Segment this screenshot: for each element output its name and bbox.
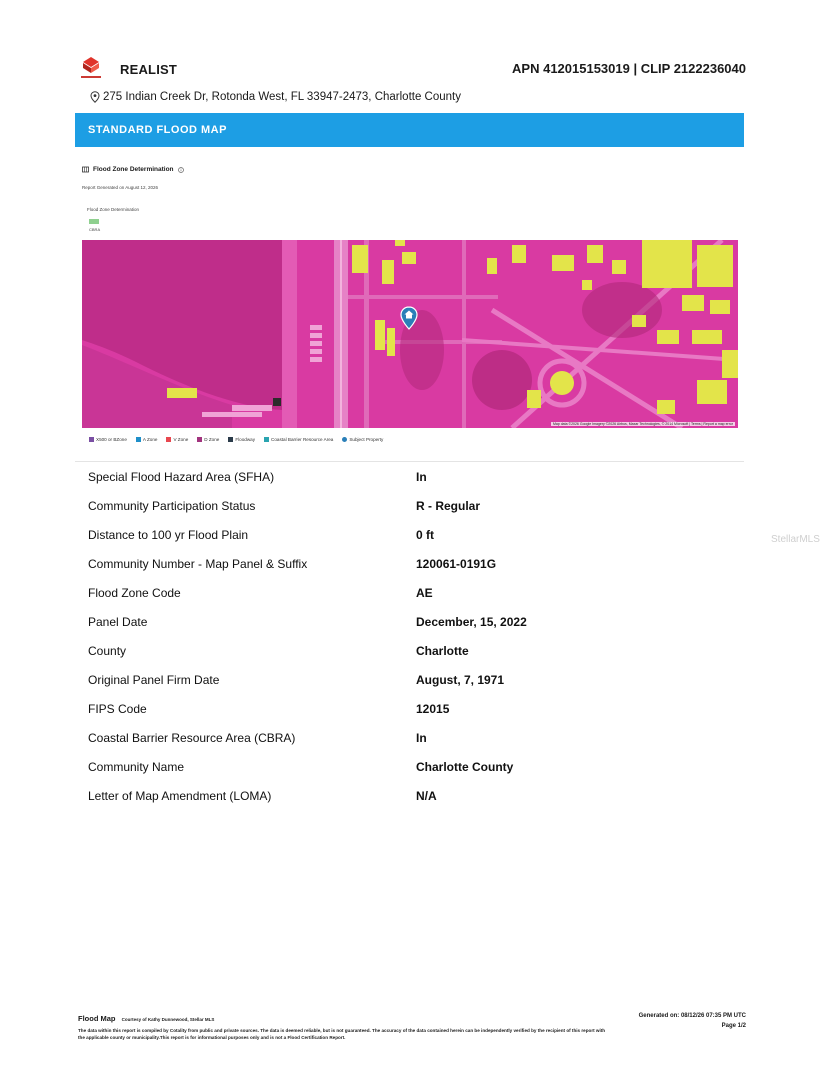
detail-label: Letter of Map Amendment (LOMA)	[88, 789, 272, 803]
detail-label: Community Number - Map Panel & Suffix	[88, 557, 308, 571]
detail-row: Distance to 100 yr Flood Plain 0 ft	[88, 520, 738, 549]
map-legend: X500 or BZone A Zone V Zone D Zone Floodway C…	[89, 437, 383, 442]
detail-row: Letter of Map Amendment (LOMA) N/A	[88, 781, 738, 810]
legend-label: Coastal Barrier Resource Area	[271, 437, 334, 442]
detail-value: AE	[416, 586, 433, 600]
legend-item: A Zone	[135, 437, 158, 442]
legend-swatch	[89, 437, 94, 442]
detail-row: FIPS Code 12015	[88, 694, 738, 723]
flood-details-table: Special Flood Hazard Area (SFHA) In Commun…	[88, 462, 738, 810]
legend-swatch	[342, 437, 348, 442]
report-header: REALIST APN 412015153019 | CLIP 21222360…	[78, 56, 746, 82]
section-banner: STANDARD FLOOD MAP	[75, 113, 744, 147]
detail-label: Original Panel Firm Date	[88, 673, 220, 687]
footer-title-text: Flood Map	[78, 1014, 116, 1023]
legend-label: Subject Property	[349, 437, 384, 442]
cbra-swatch-text: CBRA	[89, 227, 101, 232]
legend-swatch	[197, 437, 203, 442]
detail-row: Special Flood Hazard Area (SFHA) In	[88, 462, 738, 491]
generated-timestamp: Generated on: 08/12/26 07:35 PM UTC	[638, 1013, 746, 1019]
footer-meta: Generated on: 08/12/26 07:35 PM UTC Page…	[639, 1013, 746, 1029]
detail-row: Coastal Barrier Resource Area (CBRA) In	[88, 723, 738, 752]
detail-value: R - Regular	[416, 499, 481, 513]
legend-swatch	[228, 437, 234, 442]
map-attribution: Map data ©2026 Google Imagery ©2026 Airb…	[550, 422, 735, 426]
legend-item: Coastal Barrier Resource Area	[264, 437, 333, 442]
detail-label: Distance to 100 yr Flood Plain	[88, 528, 249, 542]
detail-label: Community Name	[88, 760, 185, 774]
map-icon	[82, 166, 89, 173]
flood-zone-heading: Flood Zone Determination	[82, 166, 184, 173]
legend-swatch	[166, 437, 172, 442]
flood-map-graphic	[82, 240, 738, 428]
detail-value: Charlotte County	[416, 760, 514, 774]
detail-value: August, 7, 1971	[416, 673, 505, 687]
footer-disclaimer: The data within this report is compiled …	[78, 1028, 606, 1040]
mls-watermark: StellarMLS	[771, 534, 820, 545]
brand-name: REALIST	[120, 62, 178, 77]
detail-value: In	[416, 731, 427, 745]
detail-label: Panel Date	[88, 615, 148, 629]
detail-value: 0 ft	[416, 528, 434, 542]
cotality-logo-icon	[81, 57, 101, 78]
address-text: 275 Indian Creek Dr, Rotonda West, FL 33…	[103, 91, 461, 103]
detail-value: N/A	[416, 789, 437, 803]
legend-item: X500 or BZone	[89, 437, 127, 442]
legend-label: A Zone	[142, 437, 158, 442]
detail-value: December, 15, 2022	[416, 615, 527, 629]
legend-item: Subject Property	[342, 437, 383, 442]
legend-swatch	[135, 437, 141, 442]
detail-label: Coastal Barrier Resource Area (CBRA)	[88, 731, 296, 745]
detail-value: In	[416, 470, 427, 484]
detail-row: Flood Zone Code AE	[88, 578, 738, 607]
legend-item: V Zone	[166, 437, 188, 442]
flood-map[interactable]: Map data ©2026 Google Imagery ©2026 Airb…	[82, 240, 738, 428]
detail-value: Charlotte	[416, 644, 469, 658]
report-generated-date: Report Generated on August 12, 2026	[82, 185, 159, 190]
flood-zone-heading-text: Flood Zone Determination	[93, 166, 174, 173]
footer-title: Flood Map Courtesy of Kathy Dunnewood, S…	[78, 1014, 608, 1023]
banner-title: STANDARD FLOOD MAP	[88, 124, 227, 136]
flood-zone-label: Flood Zone Determination	[87, 207, 140, 212]
legend-label: D Zone	[204, 437, 220, 442]
house-marker-icon[interactable]	[400, 306, 418, 330]
detail-row: County Charlotte	[88, 636, 738, 665]
page-number: Page 1/2	[721, 1023, 746, 1029]
detail-label: Community Participation Status	[88, 499, 256, 513]
detail-label: FIPS Code	[88, 702, 147, 716]
detail-row: Community Participation Status R - Regula…	[88, 491, 738, 520]
location-pin-icon	[90, 91, 100, 103]
property-address: 275 Indian Creek Dr, Rotonda West, FL 33…	[90, 91, 461, 103]
detail-label: Flood Zone Code	[88, 586, 181, 600]
footer-info: Flood Map Courtesy of Kathy Dunnewood, S…	[78, 1014, 608, 1041]
footer-courtesy: Courtesy of Kathy Dunnewood, Stellar MLS	[121, 1017, 215, 1022]
detail-value: 120061-0191G	[416, 557, 497, 571]
detail-value: 12015	[416, 702, 450, 716]
detail-label: Special Flood Hazard Area (SFHA)	[88, 470, 275, 484]
apn-clip: APN 412015153019 | CLIP 2122236040	[512, 61, 746, 76]
cbra-swatch	[89, 219, 99, 224]
detail-row: Community Number - Map Panel & Suffix 120…	[88, 549, 738, 578]
detail-row: Panel Date December, 15, 2022	[88, 607, 738, 636]
info-icon[interactable]	[177, 166, 184, 173]
detail-row: Original Panel Firm Date August, 7, 1971	[88, 665, 738, 694]
legend-item: D Zone	[197, 437, 219, 442]
legend-item: Floodway	[228, 437, 255, 442]
legend-label: Floodway	[235, 437, 256, 442]
detail-row: Community Name Charlotte County	[88, 752, 738, 781]
detail-label: County	[88, 644, 127, 658]
legend-label: V Zone	[173, 437, 189, 442]
legend-swatch	[264, 437, 270, 442]
legend-label: X500 or BZone	[96, 437, 127, 442]
